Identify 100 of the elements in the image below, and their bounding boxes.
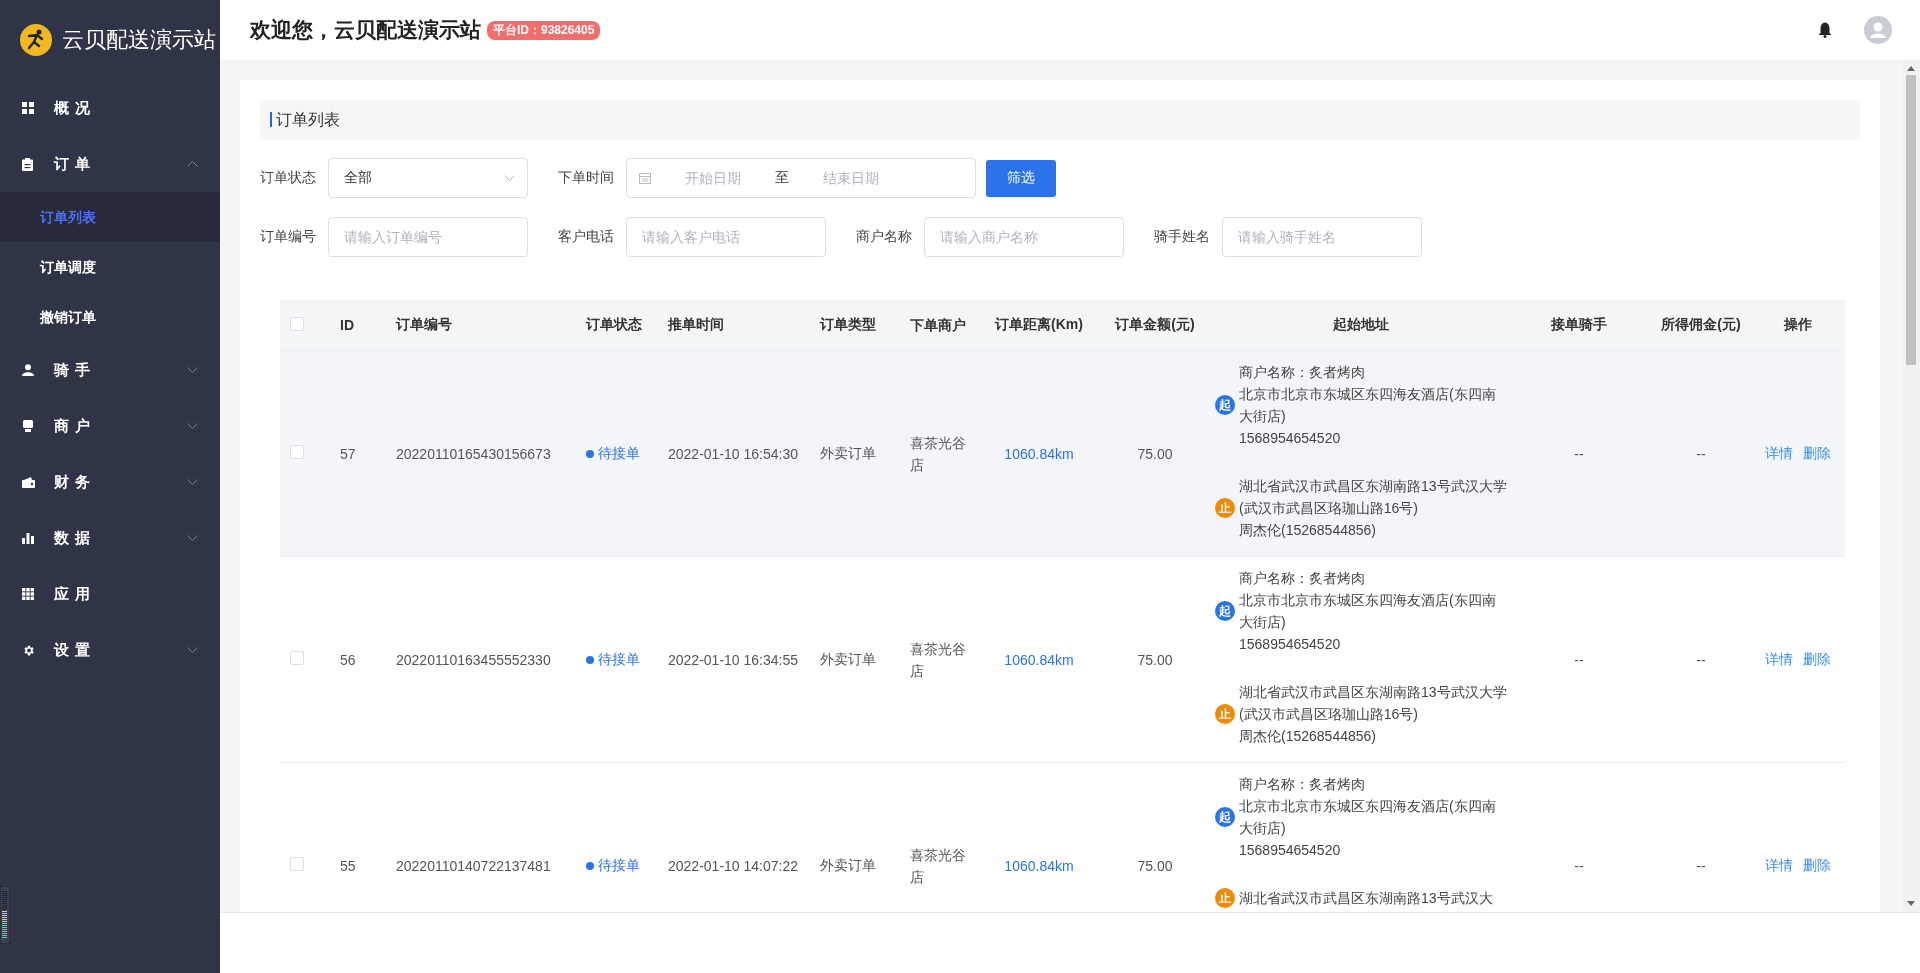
nav-item[interactable]: 设置: [0, 622, 220, 678]
search-field[interactable]: 请输入客户电话: [626, 217, 826, 257]
stop-badge: 止: [1215, 498, 1235, 518]
phone-text: 1568954654520: [1239, 429, 1342, 448]
column-header: 订单编号: [394, 316, 453, 334]
merchant-name-text: 商户名称：炙者烤肉: [1239, 775, 1366, 794]
scroll-up-icon[interactable]: [1907, 66, 1915, 71]
search-field[interactable]: 请输入商户名称: [924, 217, 1124, 257]
column-header: 订单类型: [818, 316, 877, 334]
table-cell-text: 喜茶光谷店: [909, 845, 967, 887]
nav-item[interactable]: 订单: [0, 136, 220, 192]
address-text: 北京市北京市东城区东四海友酒店(东四南大街店): [1239, 385, 1497, 426]
merchant-name-text: 商户名称：炙者烤肉: [1239, 363, 1366, 382]
column-header: 订单状态: [584, 316, 643, 334]
table-cell-text: 2022-01-10 16:34:55: [667, 651, 799, 668]
row-checkbox[interactable]: [290, 445, 304, 459]
phone-text: 1568954654520: [1239, 635, 1342, 654]
table-cell-text: 75.00: [1136, 651, 1174, 668]
action-link[interactable]: 详情: [1764, 650, 1793, 667]
nav-item[interactable]: 概况: [0, 80, 220, 136]
status-select[interactable]: 全部: [328, 158, 528, 198]
settings-icon: [22, 643, 35, 657]
filter-label: 订单编号: [260, 228, 316, 246]
table-cell-text: 外卖订单: [819, 444, 877, 463]
table-cell-text: 55: [339, 857, 357, 874]
address-text: 湖北省武汉市武昌区东湖南路13号武汉大学(武汉市武昌区珞珈山路16号): [1239, 477, 1507, 518]
nav-item[interactable]: 数据: [0, 510, 220, 566]
search-field[interactable]: 请输入骑手姓名: [1222, 217, 1422, 257]
distance-link[interactable]: 1060.84km: [979, 445, 1099, 462]
scrollbar-thumb[interactable]: [1906, 75, 1916, 365]
filter-label: 订单状态: [260, 169, 316, 187]
start-badge: 起: [1215, 601, 1235, 621]
nav-item[interactable]: 应用: [0, 566, 220, 622]
status-label: 待接单: [582, 444, 664, 463]
clipboard-icon: [22, 157, 33, 171]
monitor-icon: [22, 420, 34, 432]
address-text: 北京市北京市东城区东四海友酒店(东四南大街店): [1239, 591, 1497, 632]
start-badge: 起: [1215, 395, 1235, 415]
address-text: 北京市北京市东城区东四海友酒店(东四南大街店): [1239, 797, 1497, 838]
select-all-checkbox[interactable]: [290, 316, 304, 331]
column-header: 下单商户: [909, 316, 967, 335]
contact-text: 周杰伦(15268544856): [1239, 521, 1377, 540]
table-cell-text: 20220110163455552330: [395, 651, 552, 668]
bar-chart-icon: [22, 532, 34, 544]
distance-link[interactable]: 1060.84km: [979, 651, 1099, 668]
date-range-field[interactable]: 开始日期 至 结束日期: [626, 158, 976, 198]
row-checkbox[interactable]: [290, 857, 304, 871]
action-link[interactable]: 删除: [1802, 650, 1831, 667]
table-cell-text: 外卖订单: [819, 650, 877, 669]
column-header: 所得佣金(元): [1660, 316, 1742, 334]
nav-item[interactable]: 财务: [0, 454, 220, 510]
row-checkbox[interactable]: [290, 651, 304, 665]
runner-logo-icon: [20, 24, 52, 56]
table-cell-text: 20220110165430156673: [395, 445, 552, 462]
table-cell-text: 2022-01-10 14:07:22: [667, 857, 799, 874]
panel-title: 订单列表: [260, 100, 1860, 140]
grid-icon: [22, 102, 34, 114]
wallet-icon: [22, 476, 35, 488]
submenu-item[interactable]: 订单调度: [0, 242, 220, 292]
stop-badge: 止: [1215, 888, 1235, 908]
table-cell-text: 75.00: [1136, 445, 1174, 462]
filter-button[interactable]: 筛选: [986, 159, 1056, 197]
status-label: 待接单: [582, 856, 664, 875]
nav-item[interactable]: 商户: [0, 398, 220, 454]
merchant-name-text: 商户名称：炙者烤肉: [1239, 569, 1366, 588]
status-label: 待接单: [582, 650, 664, 669]
table-cell-text: 56: [339, 651, 357, 668]
column-header: 操作: [1782, 316, 1813, 334]
table-cell-text: --: [1695, 651, 1707, 668]
table-cell-text: 喜茶光谷店: [909, 433, 967, 475]
bell-icon[interactable]: [1818, 22, 1832, 38]
nav-item[interactable]: 骑手: [0, 342, 220, 398]
column-header: 订单距离(Km): [993, 316, 1084, 334]
filter-label: 客户电话: [558, 228, 614, 246]
address-text: 湖北省武汉市武昌区东湖南路13号武汉大学(武汉市武昌区珞珈山路16号): [1239, 683, 1507, 724]
brand-name: 云贝配送演示站: [62, 26, 216, 54]
table-cell-text: 20220110140722137481: [395, 857, 552, 874]
distance-link[interactable]: 1060.84km: [979, 857, 1099, 874]
column-header: 推单时间: [667, 316, 725, 334]
avatar-icon[interactable]: [1864, 16, 1892, 44]
column-header: ID: [339, 317, 355, 333]
search-field[interactable]: 请输入订单编号: [328, 217, 528, 257]
column-header: 接单骑手: [1550, 316, 1608, 334]
chevron-down-icon: [504, 175, 515, 181]
scroll-down-icon[interactable]: [1907, 901, 1915, 906]
welcome-title: 欢迎您，云贝配送演示站: [250, 17, 481, 43]
filter-label: 下单时间: [558, 169, 614, 187]
range-separator: 至: [775, 169, 789, 187]
submenu-item[interactable]: 撤销订单: [0, 292, 220, 342]
action-link[interactable]: 删除: [1802, 856, 1831, 873]
filter-label: 商户名称: [856, 228, 912, 246]
calendar-icon: [639, 172, 651, 184]
platform-id-badge: 平台ID：93826405: [487, 20, 601, 40]
user-icon: [22, 364, 34, 376]
scrollbar[interactable]: [1902, 60, 1920, 912]
apps-grid-icon: [22, 588, 34, 600]
action-link[interactable]: 详情: [1764, 856, 1793, 873]
start-badge: 起: [1215, 807, 1235, 827]
address-text: 湖北省武汉市武昌区东湖南路13号武汉大: [1239, 889, 1494, 908]
column-header: 起始地址: [1332, 316, 1390, 334]
